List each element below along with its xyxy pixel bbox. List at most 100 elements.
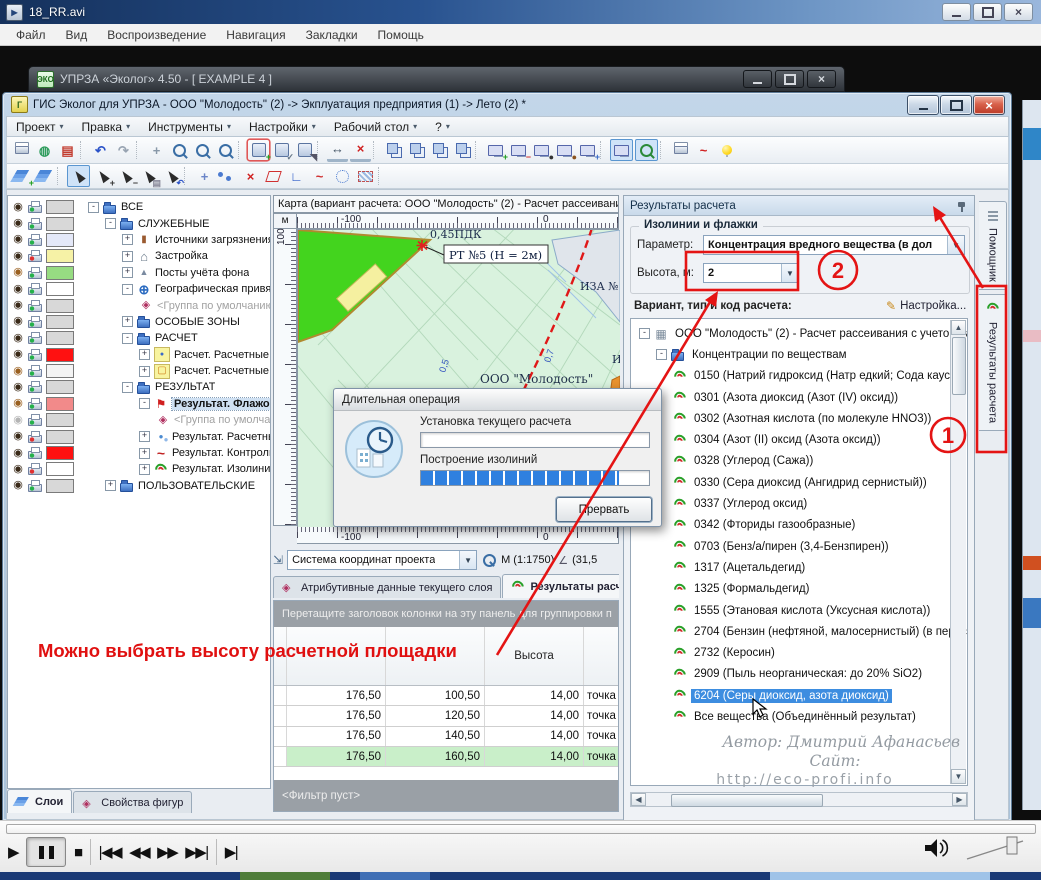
toolbar-icon[interactable] xyxy=(475,141,483,159)
results-tree-row[interactable]: 0304 (Азот (II) оксид (Азота оксид)) xyxy=(631,429,967,450)
tree-expander[interactable]: - xyxy=(122,284,133,295)
toolbar-icon[interactable] xyxy=(80,141,88,159)
printer-icon[interactable] xyxy=(27,300,42,312)
coord-mode-icon[interactable]: ⇲ xyxy=(273,553,283,567)
player-menu-item[interactable]: Воспроизведение xyxy=(97,28,216,42)
toolbar-icon[interactable]: ↶ xyxy=(161,166,182,186)
results-tree-row[interactable]: 2909 (Пыль неорганическая: до 20% SiO2) xyxy=(631,664,967,685)
toolbar-icon[interactable]: + xyxy=(146,140,167,160)
side-tab[interactable]: Помощник xyxy=(979,201,1007,290)
layer-color-swatch[interactable] xyxy=(46,299,74,313)
results-tree-row[interactable]: 1325 (Формальдегид) xyxy=(631,579,967,600)
dialog-title[interactable]: Длительная операция xyxy=(334,389,661,411)
toolbar-icon[interactable]: ● xyxy=(531,140,552,160)
visibility-eye-icon[interactable] xyxy=(11,480,25,491)
gis-menu-item[interactable]: Настройки xyxy=(240,117,325,136)
gis-title-bar[interactable]: Г ГИС Эколог для УПРЗА - ООО "Молодость"… xyxy=(3,93,1011,116)
printer-icon[interactable] xyxy=(27,480,42,492)
scroll-left-arrow[interactable]: ◀ xyxy=(631,793,646,806)
layer-tree-row[interactable]: <Группа по умолчанию> xyxy=(8,412,270,428)
visibility-eye-icon[interactable] xyxy=(11,398,25,409)
toolbar-icon[interactable] xyxy=(57,167,65,185)
toolbar-icon[interactable]: + xyxy=(11,166,32,186)
seek-bar[interactable] xyxy=(6,824,1036,834)
toolbar-icon[interactable]: − xyxy=(115,166,136,186)
uprza-window-title-bar[interactable]: ЭКО УПРЗА «Эколог» 4.50 - [ EXAMPLE 4 ] … xyxy=(28,66,845,92)
visibility-eye-icon[interactable] xyxy=(11,431,25,442)
tree-expander[interactable]: + xyxy=(139,448,150,459)
tree-expander[interactable]: - xyxy=(122,382,133,393)
visibility-eye-icon[interactable] xyxy=(11,448,25,459)
table-row[interactable]: 176,50 100,50 14,00 точка xyxy=(274,686,618,706)
visibility-eye-icon[interactable] xyxy=(11,464,25,475)
layer-tree-row[interactable]: + Расчет. Расчетные точки xyxy=(8,347,270,363)
layers-panel-tab[interactable]: Свойства фигур xyxy=(73,791,192,813)
layer-tree-row[interactable]: - Географическая привязка xyxy=(8,281,270,297)
tree-expander[interactable]: + xyxy=(139,349,150,360)
results-tree-row[interactable]: 0150 (Натрий гидроксид (Натр едкий; Сода… xyxy=(631,366,967,387)
results-tree-row[interactable]: - ООО "Молодость" (2) - Расчет рассеиван… xyxy=(631,323,967,344)
toolbar-icon[interactable]: ↔ xyxy=(327,139,348,162)
toolbar-icon[interactable]: ↷ xyxy=(113,140,134,160)
visibility-eye-icon[interactable] xyxy=(11,333,25,344)
toolbar-icon[interactable]: ~ xyxy=(309,166,330,186)
visibility-eye-icon[interactable] xyxy=(11,234,25,245)
results-tree-row[interactable]: 0342 (Фториды газообразные) xyxy=(631,515,967,536)
visibility-eye-icon[interactable] xyxy=(11,349,25,360)
printer-icon[interactable] xyxy=(27,398,42,410)
toolbar-icon[interactable] xyxy=(610,139,633,161)
printer-icon[interactable] xyxy=(27,201,42,213)
gis-close-button[interactable]: × xyxy=(973,95,1005,115)
player-control-button[interactable]: ▶▶| xyxy=(185,845,207,860)
player-menu-item[interactable]: Помощь xyxy=(368,28,434,42)
toolbar-icon[interactable] xyxy=(192,140,213,160)
toolbar-icon[interactable]: ✓ xyxy=(271,140,292,160)
printer-icon[interactable] xyxy=(27,414,42,426)
printer-icon[interactable] xyxy=(27,463,42,475)
volume-icon[interactable] xyxy=(923,836,951,860)
layer-color-swatch[interactable] xyxy=(46,413,74,427)
toolbar-icon[interactable]: + xyxy=(194,166,215,186)
layer-color-swatch[interactable] xyxy=(46,233,74,247)
grid-groupby-bar[interactable]: Перетащите заголовок колонки на эту пане… xyxy=(274,601,618,627)
toolbar-icon[interactable] xyxy=(355,166,376,186)
printer-icon[interactable] xyxy=(27,332,42,344)
toolbar-icon[interactable] xyxy=(238,141,246,159)
layer-color-swatch[interactable] xyxy=(46,282,74,296)
layer-color-swatch[interactable] xyxy=(46,380,74,394)
toolbar-icon[interactable] xyxy=(635,139,658,161)
printer-icon[interactable] xyxy=(27,316,42,328)
tree-expander[interactable]: + xyxy=(139,464,150,475)
layer-tree-row[interactable]: + Источники загрязнения ат... xyxy=(8,232,270,248)
scrollbar-thumb[interactable] xyxy=(671,794,823,807)
gis-menu-item[interactable]: ? xyxy=(426,117,459,136)
settings-link[interactable]: ✎ Настройка... xyxy=(886,299,966,313)
player-control-button[interactable]: ■ xyxy=(74,845,82,860)
data-panel-tab[interactable]: Результаты расч xyxy=(502,574,619,598)
layer-tree-row[interactable]: - ВСЕ xyxy=(8,199,270,215)
visibility-eye-icon[interactable] xyxy=(11,218,25,229)
parameter-combo[interactable]: Концентрация вредного вещества (в дол▼ xyxy=(703,235,965,255)
toolbar-icon[interactable] xyxy=(716,140,737,160)
layer-color-swatch[interactable] xyxy=(46,446,74,460)
player-menu-item[interactable]: Навигация xyxy=(216,28,295,42)
printer-icon[interactable] xyxy=(27,365,42,377)
visibility-eye-icon[interactable] xyxy=(11,284,25,295)
toolbar-icon[interactable] xyxy=(263,166,284,186)
layer-color-swatch[interactable] xyxy=(46,462,74,476)
scrollbar-thumb[interactable] xyxy=(952,337,966,395)
visibility-eye-icon[interactable] xyxy=(11,300,25,311)
toolbar-icon[interactable] xyxy=(373,141,381,159)
results-tree-row[interactable]: 0302 (Азотная кислота (по молекуле HNO3)… xyxy=(631,408,967,429)
tree-expander[interactable]: - xyxy=(139,398,150,409)
layer-color-swatch[interactable] xyxy=(46,348,74,362)
player-control-button[interactable]: ▶| xyxy=(225,845,237,860)
visibility-eye-icon[interactable] xyxy=(11,251,25,262)
tree-expander[interactable]: + xyxy=(105,480,116,491)
toolbar-icon[interactable] xyxy=(169,140,190,160)
layer-tree-row[interactable]: + Расчет. Расчетные площ... xyxy=(8,363,270,379)
uprza-maximize-button[interactable] xyxy=(775,70,804,88)
printer-icon[interactable] xyxy=(27,283,42,295)
coordinate-system-combo[interactable]: Система координат проекта▼ xyxy=(287,550,477,570)
toolbar-icon[interactable] xyxy=(332,166,353,186)
